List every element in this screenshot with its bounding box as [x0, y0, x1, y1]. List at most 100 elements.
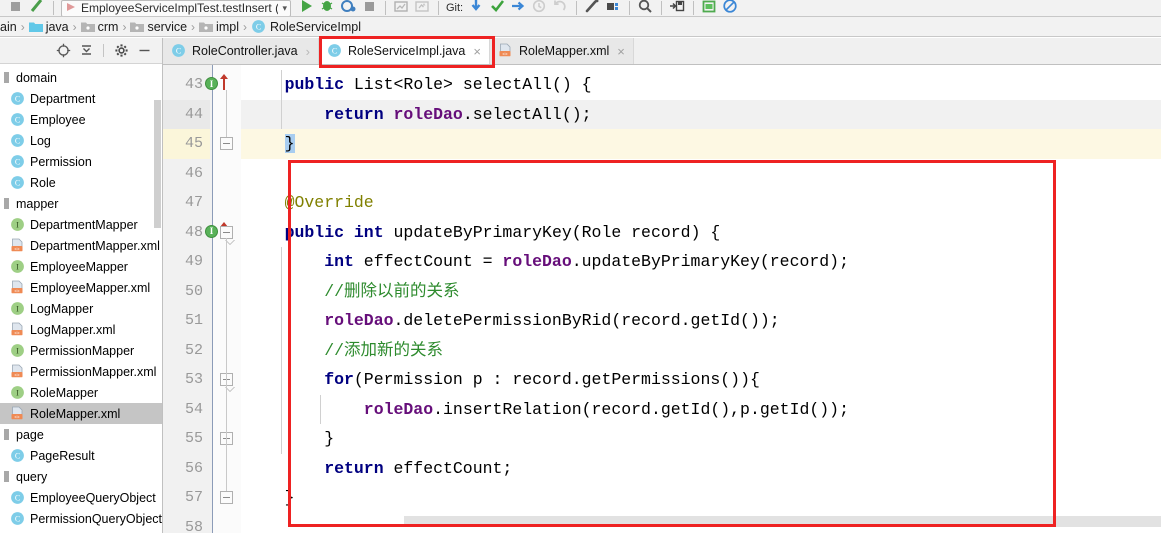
debug-bug-icon[interactable]: [319, 0, 336, 16]
code-line[interactable]: //添加新的关系: [324, 336, 443, 366]
code-line[interactable]: }: [285, 483, 295, 513]
no-entry-icon[interactable]: [722, 0, 739, 16]
tree-item-logmapper[interactable]: I LogMapper: [0, 298, 162, 319]
tree-item-permission[interactable]: C Permission: [0, 151, 162, 172]
code-line[interactable]: public int updateByPrimaryKey(Role recor…: [285, 218, 721, 248]
breadcrumb-item-roleserviceimpl[interactable]: C RoleServiceImpl: [251, 19, 361, 35]
git-update-icon[interactable]: [468, 0, 485, 16]
class-icon: C: [10, 133, 26, 149]
close-icon[interactable]: ›: [306, 44, 310, 59]
tree-item-employeemapper[interactable]: I EmployeeMapper: [0, 256, 162, 277]
code-token: //删除以前的关系: [324, 281, 460, 301]
line-number: 44: [184, 105, 203, 123]
interface-icon: I: [10, 301, 26, 317]
tree-item-query[interactable]: query: [0, 466, 162, 487]
project-panel-toolbar: [0, 38, 162, 64]
class-icon: C: [10, 91, 26, 107]
tree-item-role[interactable]: C Role: [0, 172, 162, 193]
fold-end-marker[interactable]: [220, 491, 233, 504]
run-test-gutter-icon[interactable]: I: [205, 224, 218, 238]
tree-item-permissionmapper[interactable]: I PermissionMapper: [0, 340, 162, 361]
tree-item-pageresult[interactable]: C PageResult: [0, 445, 162, 466]
tree-item-employee[interactable]: C Employee: [0, 109, 162, 130]
code-line[interactable]: for(Permission p : record.getPermissions…: [324, 365, 760, 395]
code-line[interactable]: roleDao.insertRelation(record.getId(),p.…: [364, 395, 849, 425]
run-coverage-icon[interactable]: [340, 0, 357, 16]
tree-item-rolemapper-xml[interactable]: <> RoleMapper.xml: [0, 403, 162, 424]
search-everywhere-icon[interactable]: [637, 0, 654, 16]
code-line[interactable]: int effectCount = roleDao.updateByPrimar…: [324, 247, 849, 277]
code-line[interactable]: }: [284, 129, 295, 159]
editor-tab-rolecontroller-java[interactable]: C RoleController.java ›: [163, 38, 319, 64]
class-icon: C: [171, 43, 187, 59]
tree-item-mapper[interactable]: mapper: [0, 193, 162, 214]
run-test-gutter-icon[interactable]: I: [205, 77, 218, 90]
class-icon: C: [10, 112, 26, 128]
minimize-icon[interactable]: [136, 43, 152, 59]
tree-item-label: LogMapper.xml: [30, 322, 116, 337]
editor-tab-rolemapper-xml[interactable]: <> RoleMapper.xml ×: [489, 38, 634, 64]
svg-text:C: C: [15, 136, 20, 145]
close-icon[interactable]: ×: [617, 44, 625, 59]
close-icon[interactable]: ×: [473, 44, 481, 59]
gear-icon[interactable]: [113, 43, 129, 59]
code-editor[interactable]: 43 Ipublic List<Role> selectAll() {44 retu…: [163, 65, 1161, 533]
breadcrumb-label: ain: [0, 19, 17, 34]
run-configuration-selector[interactable]: EmployeeServiceImplTest.testInsert (1) ▾: [61, 0, 291, 16]
tree-item-permissionmapper-xml[interactable]: <> PermissionMapper.xml: [0, 361, 162, 382]
breadcrumb-item-crm[interactable]: crm: [80, 20, 118, 34]
line-number: 52: [184, 341, 203, 359]
code-line[interactable]: return effectCount;: [324, 454, 512, 484]
implementing-method-icon[interactable]: [219, 73, 229, 90]
breadcrumb-label: RoleServiceImpl: [269, 19, 361, 34]
git-revert-icon[interactable]: [552, 0, 569, 16]
code-token: roleDao: [502, 252, 572, 271]
editor-horizontal-scrollbar[interactable]: [404, 516, 1161, 527]
breadcrumb-item-service[interactable]: service: [130, 20, 187, 34]
git-push-icon[interactable]: [510, 0, 527, 16]
interface-icon: I: [10, 385, 26, 401]
project-tree-scrollbar[interactable]: [154, 100, 161, 228]
tree-item-departmentmapper[interactable]: I DepartmentMapper: [0, 214, 162, 235]
code-line[interactable]: return roleDao.selectAll();: [324, 100, 591, 130]
breadcrumb-item-impl[interactable]: impl: [199, 20, 239, 34]
code-line[interactable]: public List<Role> selectAll() {: [285, 70, 592, 100]
stop-icon[interactable]: [361, 0, 378, 16]
tree-item-log[interactable]: C Log: [0, 130, 162, 151]
class-icon: C: [327, 43, 343, 59]
window-icon[interactable]: [701, 0, 718, 16]
dump-threads-icon[interactable]: [393, 0, 410, 16]
save-all-icon[interactable]: [669, 0, 686, 16]
database-icon[interactable]: [605, 0, 622, 16]
run-icon[interactable]: [8, 0, 25, 16]
code-token: effectCount;: [393, 458, 513, 478]
code-line[interactable]: @Override: [285, 188, 374, 218]
collapse-all-icon[interactable]: [78, 43, 94, 59]
tree-item-logmapper-xml[interactable]: <> LogMapper.xml: [0, 319, 162, 340]
tree-item-permissionqueryobject[interactable]: C PermissionQueryObject: [0, 508, 162, 529]
tree-item-departmentmapper-xml[interactable]: <> DepartmentMapper.xml: [0, 235, 162, 256]
locate-icon[interactable]: [55, 43, 71, 59]
code-token: int: [324, 252, 364, 271]
tree-item-page[interactable]: page: [0, 424, 162, 445]
editor-tab-roleserviceimpl-java[interactable]: C RoleServiceImpl.java ×: [318, 38, 490, 64]
run-play-icon[interactable]: [298, 0, 315, 16]
code-line[interactable]: //删除以前的关系: [324, 277, 459, 307]
wrench-icon[interactable]: [584, 0, 601, 16]
tree-item-department[interactable]: C Department: [0, 88, 162, 109]
breadcrumb-item-ain[interactable]: ain: [0, 20, 17, 34]
breadcrumb-item-java[interactable]: java: [28, 20, 69, 34]
tree-item-employeemapper-xml[interactable]: <> EmployeeMapper.xml: [0, 277, 162, 298]
profiler-icon[interactable]: [414, 0, 431, 16]
code-line[interactable]: roleDao.deletePermissionByRid(record.get…: [324, 306, 779, 336]
code-line[interactable]: }: [324, 424, 334, 454]
tree-item-domain[interactable]: domain: [0, 67, 162, 88]
fold-end-marker[interactable]: [220, 137, 233, 150]
chevron-down-icon[interactable]: ▾: [282, 3, 287, 14]
tree-item-employeequeryobject[interactable]: C EmployeeQueryObject: [0, 487, 162, 508]
tree-item-rolemapper[interactable]: I RoleMapper: [0, 382, 162, 403]
git-history-icon[interactable]: [531, 0, 548, 16]
tree-item-label: Permission: [30, 154, 92, 169]
git-commit-icon[interactable]: [489, 0, 506, 16]
debug-icon[interactable]: [29, 0, 46, 16]
